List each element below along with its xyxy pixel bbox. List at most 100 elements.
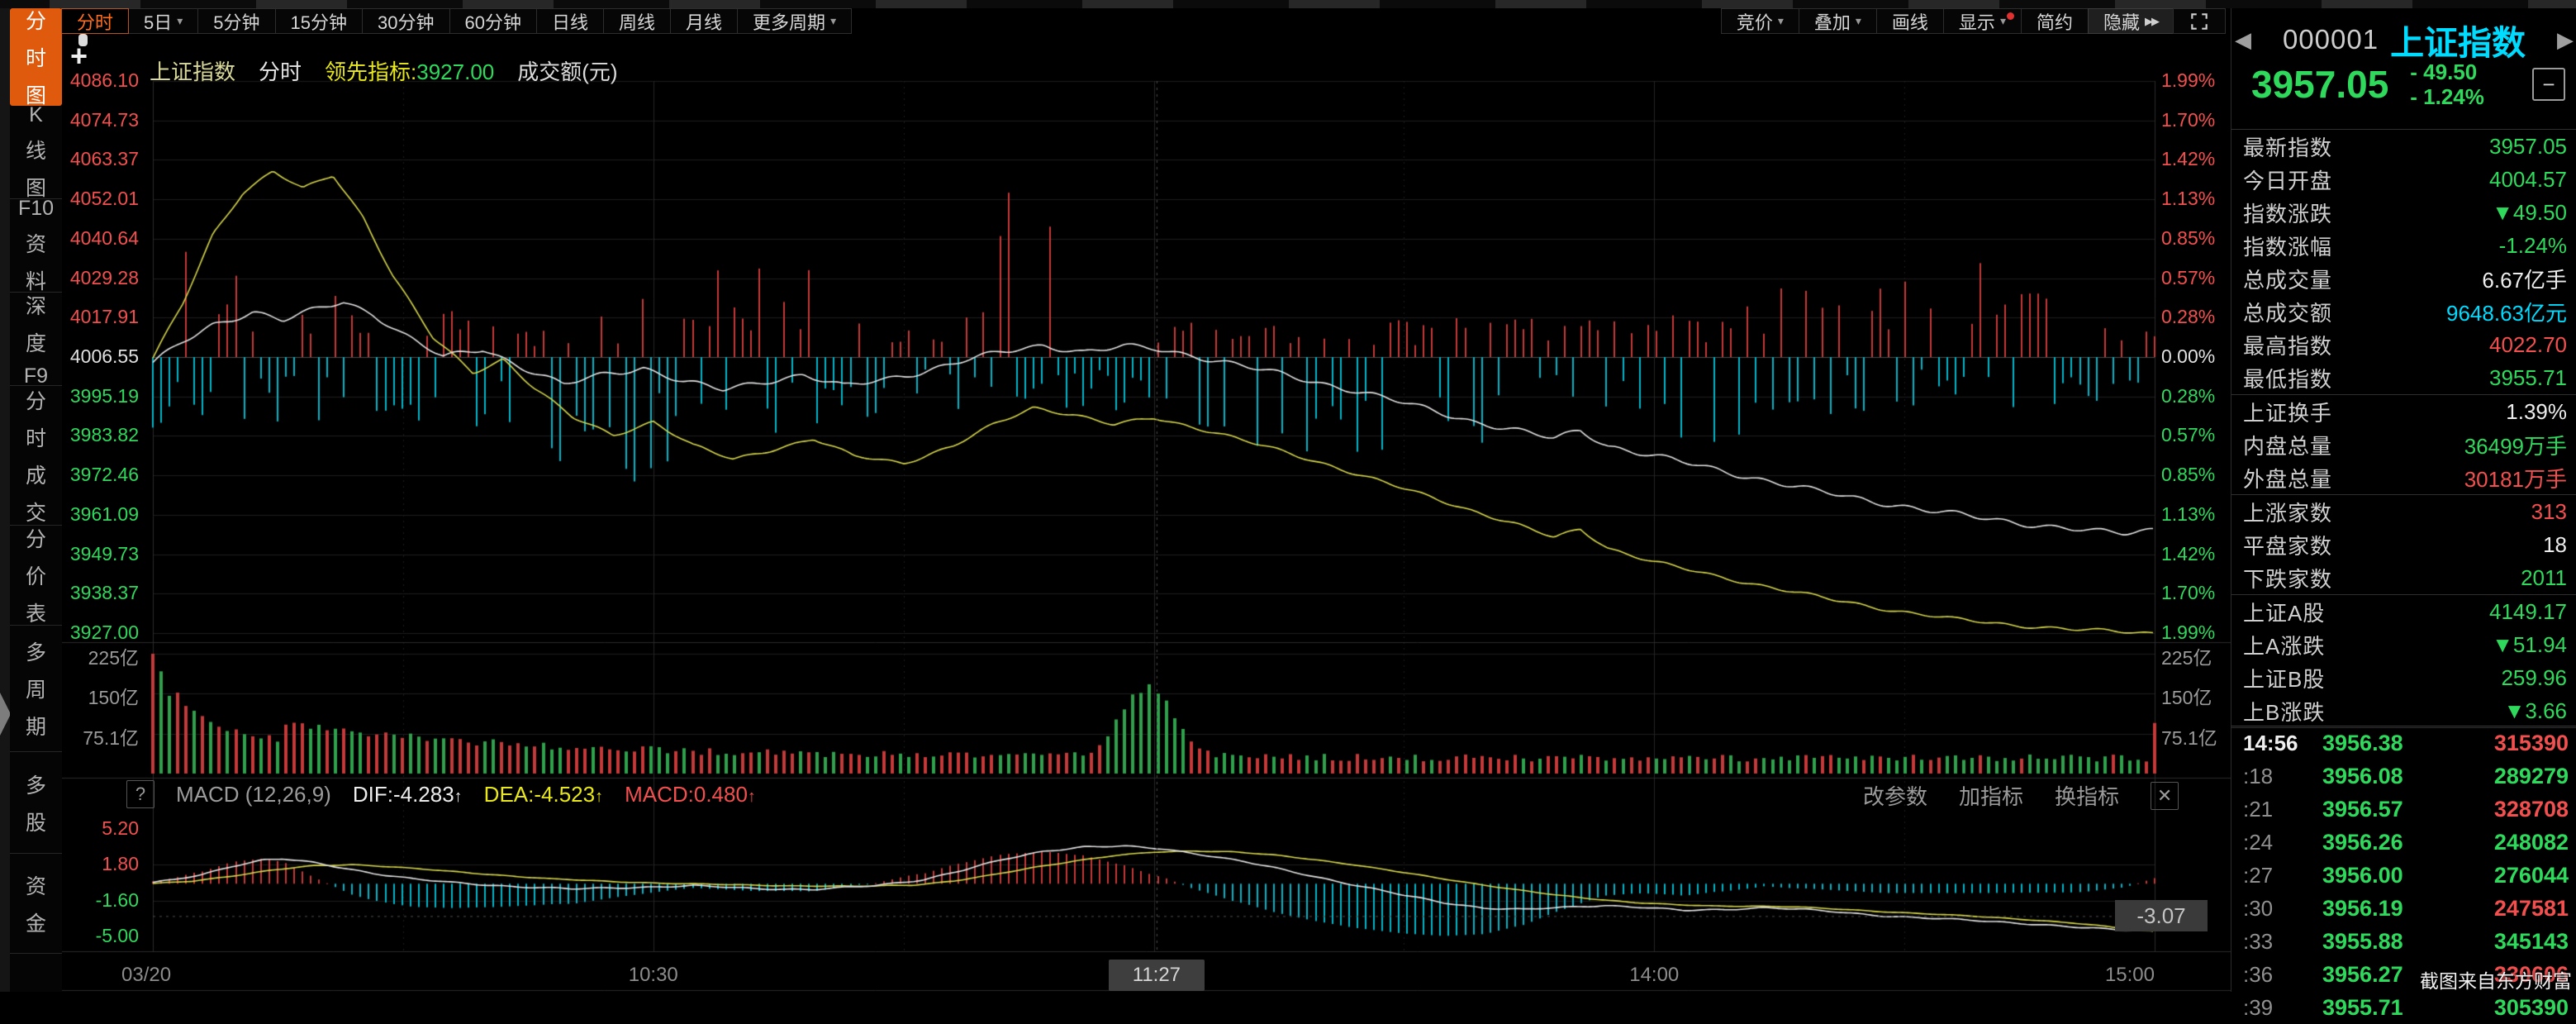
axis-label-left: 3972.46 bbox=[62, 464, 139, 486]
time-axis-label: 10:30 bbox=[606, 960, 701, 991]
sidebar-item-fenshitu[interactable]: 分时图 bbox=[10, 8, 62, 106]
stat-value: 6.67亿手 bbox=[2482, 264, 2567, 294]
macd-actions: 改参数 加指标 换指标 ✕ bbox=[1863, 780, 2179, 811]
stat-row: 上涨家数313 bbox=[2231, 495, 2576, 528]
axis-label-left: 150亿 bbox=[62, 682, 139, 710]
time-axis-label: 03/20 bbox=[121, 960, 171, 991]
simple-mode-button[interactable]: 简约 bbox=[2021, 8, 2089, 34]
sidebar-item-label: 分 bbox=[26, 5, 46, 35]
period-button-分时[interactable]: 分时 bbox=[61, 8, 129, 34]
period-button-60分钟[interactable]: 60分钟 bbox=[449, 8, 537, 34]
axis-label-right: 225亿 bbox=[2161, 642, 2236, 670]
prev-stock-icon[interactable]: ◀ bbox=[2235, 27, 2251, 53]
period-button-更多周期[interactable]: 更多周期▾ bbox=[737, 8, 852, 34]
axis-label-right: 1.13% bbox=[2161, 188, 2236, 210]
axis-label-right: 150亿 bbox=[2161, 682, 2236, 710]
tick-time: :18 bbox=[2243, 764, 2322, 789]
sidebar-item-label: 度 bbox=[26, 327, 46, 357]
axis-label-right: 1.42% bbox=[2161, 148, 2236, 170]
period-button-15分钟[interactable]: 15分钟 bbox=[275, 8, 363, 34]
sidebar-item-shendu-f9[interactable]: 深度F9 bbox=[10, 293, 62, 386]
stat-value: ▼3.66 bbox=[2504, 698, 2567, 724]
close-indicator-icon[interactable]: ✕ bbox=[2151, 782, 2179, 810]
sidebar-item-label: 股 bbox=[26, 807, 46, 836]
next-stock-icon[interactable]: ▶ bbox=[2557, 27, 2574, 53]
time-axis-label: 11:27 bbox=[1109, 960, 1205, 991]
axis-label-right: 0.00% bbox=[2161, 345, 2236, 368]
axis-label-left: 4017.91 bbox=[62, 306, 139, 328]
stat-row: 上B涨跌▼3.66 bbox=[2231, 694, 2576, 728]
sidebar-item-duogu[interactable]: 多股 bbox=[10, 752, 62, 854]
axis-label-left: 3949.73 bbox=[62, 543, 139, 565]
stat-label: 上证换手 bbox=[2243, 397, 2332, 427]
fullscreen-button[interactable] bbox=[2173, 8, 2226, 34]
help-icon[interactable]: ? bbox=[126, 780, 154, 808]
stat-value: 2011 bbox=[2521, 565, 2567, 591]
chevron-down-icon: ▾ bbox=[1856, 14, 1861, 28]
tick-volume: 328708 bbox=[2494, 797, 2569, 822]
axis-label-right: 1.99% bbox=[2161, 622, 2236, 644]
change-column: - 49.50 - 1.24% bbox=[2410, 60, 2484, 109]
macd-action-加指标[interactable]: 加指标 bbox=[1959, 780, 2023, 811]
sidebar-item-f10ziliao[interactable]: F10资料 bbox=[10, 199, 62, 293]
sidebar-item-label: 金 bbox=[26, 907, 46, 937]
axis-label-right: 1.42% bbox=[2161, 543, 2236, 565]
period-button-5分钟[interactable]: 5分钟 bbox=[197, 8, 275, 34]
overlay-button[interactable]: 叠加▾ bbox=[1799, 8, 1877, 34]
stat-value: 9648.63亿元 bbox=[2446, 297, 2567, 327]
stat-row: 指数涨幅-1.24% bbox=[2231, 229, 2576, 262]
bid-button[interactable]: 竞价▾ bbox=[1721, 8, 1799, 34]
stat-row: 下跌家数2011 bbox=[2231, 561, 2576, 595]
period-button-月线[interactable]: 月线 bbox=[670, 8, 738, 34]
tick-time: :36 bbox=[2243, 962, 2322, 988]
axis-label-left: 3995.19 bbox=[62, 385, 139, 407]
sidebar-item-fenjiabiao[interactable]: 分价表 bbox=[10, 526, 62, 626]
amount-axis-label: 成交额(元) bbox=[517, 55, 617, 86]
tick-volume: 345143 bbox=[2494, 929, 2569, 955]
sidebar-item-kxiantu[interactable]: K线图 bbox=[10, 106, 62, 199]
axis-label-left: -5.00 bbox=[62, 925, 139, 947]
left-sidebar: 分时图K线图F10资料深度F9分时成交分价表多周期多股资金 bbox=[10, 8, 63, 992]
intraday-chart-canvas[interactable] bbox=[62, 34, 2231, 992]
fullscreen-icon bbox=[2189, 11, 2210, 32]
stat-row: 外盘总量30181万手 bbox=[2231, 461, 2576, 495]
axis-label-right: 0.85% bbox=[2161, 227, 2236, 250]
tick-row: :243956.26248082 bbox=[2231, 826, 2576, 859]
draw-line-button[interactable]: 画线 bbox=[1876, 8, 1944, 34]
stat-value: 4022.70 bbox=[2489, 332, 2567, 358]
tick-time: :39 bbox=[2243, 995, 2322, 1021]
hide-panel-button[interactable]: 隐藏▶▶ bbox=[2088, 8, 2174, 34]
crosshair-value-badge: -3.07 bbox=[2115, 900, 2208, 931]
chart-period-label: 分时 bbox=[259, 55, 302, 86]
axis-label-right: 0.28% bbox=[2161, 385, 2236, 407]
period-button-日线[interactable]: 日线 bbox=[536, 8, 604, 34]
display-button[interactable]: 显示▾ bbox=[1943, 8, 2022, 34]
collapse-panel-button[interactable]: − bbox=[2532, 68, 2565, 101]
macd-dea-value: DEA:-4.523↑ bbox=[484, 782, 603, 807]
period-label: 月线 bbox=[686, 8, 722, 35]
tick-price: 3955.71 bbox=[2322, 995, 2446, 1021]
period-button-周线[interactable]: 周线 bbox=[603, 8, 671, 34]
macd-action-改参数[interactable]: 改参数 bbox=[1863, 780, 1927, 811]
sidebar-item-label: 交 bbox=[26, 497, 46, 526]
last-price: 3957.05 bbox=[2251, 62, 2388, 107]
sidebar-item-duozhouqi[interactable]: 多周期 bbox=[10, 626, 62, 752]
sidebar-item-label: 资 bbox=[26, 228, 46, 258]
tick-row: :213956.57328708 bbox=[2231, 793, 2576, 826]
period-button-5日[interactable]: 5日▾ bbox=[128, 8, 198, 34]
sidebar-item-label: 成 bbox=[26, 460, 46, 489]
period-button-30分钟[interactable]: 30分钟 bbox=[362, 8, 449, 34]
sidebar-item-zijin[interactable]: 资金 bbox=[10, 854, 62, 954]
sidebar-item-label: 分 bbox=[26, 523, 46, 553]
sidebar-item-fenshi-chengjiao[interactable]: 分时成交 bbox=[10, 386, 62, 526]
stat-row: 内盘总量36499万手 bbox=[2231, 428, 2576, 461]
chart-header: 上证指数 分时 领先指标:3927.00 成交额(元) bbox=[150, 55, 618, 86]
chevron-down-icon: ▾ bbox=[2000, 14, 2006, 28]
tick-price: 3956.08 bbox=[2322, 764, 2446, 789]
axis-label-left: 3961.09 bbox=[62, 503, 139, 526]
change-value: - 49.50 bbox=[2410, 60, 2484, 84]
macd-action-换指标[interactable]: 换指标 bbox=[2055, 780, 2119, 811]
tick-row: :393955.71305390 bbox=[2231, 991, 2576, 1024]
axis-label-left: 4086.10 bbox=[62, 69, 139, 92]
axis-label-left: 4040.64 bbox=[62, 227, 139, 250]
